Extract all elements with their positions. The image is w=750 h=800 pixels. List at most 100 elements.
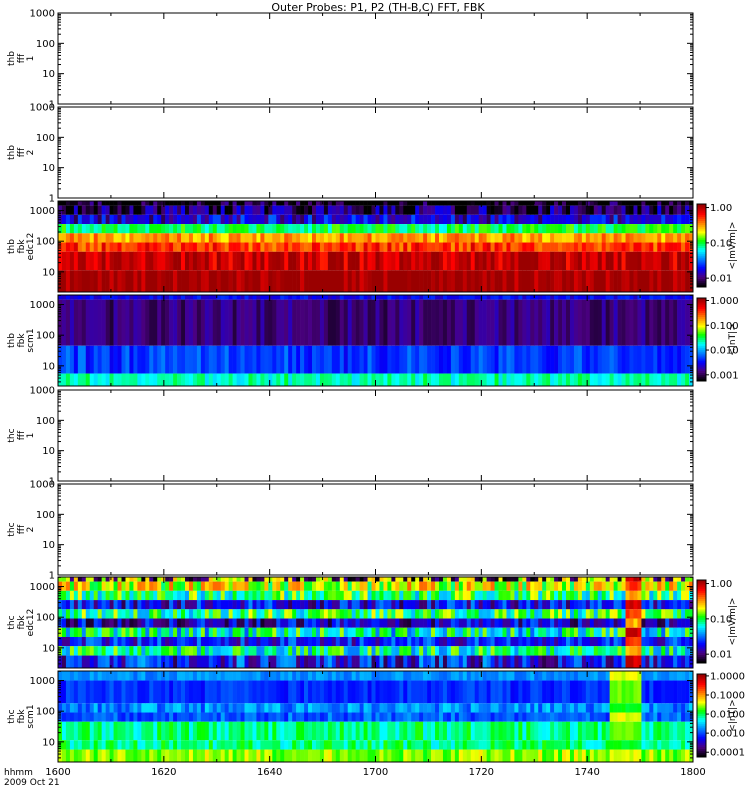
heatmap-cell: [224, 201, 229, 206]
heatmap-cell: [105, 655, 110, 668]
heatmap-cell: [442, 270, 448, 292]
heatmap-cell: [375, 740, 380, 750]
heatmap-cell: [276, 671, 281, 681]
heatmap-cell: [188, 201, 194, 206]
heatmap-cell: [419, 721, 424, 741]
heatmap-cell: [113, 655, 118, 668]
heatmap-cell: [629, 214, 634, 225]
heatmap-cell: [589, 224, 595, 234]
heatmap-cell: [312, 671, 317, 681]
heatmap-cell: [335, 205, 341, 215]
heatmap-cell: [613, 655, 618, 668]
heatmap-cell: [69, 609, 75, 619]
heatmap-cell: [105, 627, 110, 637]
heatmap-cell: [613, 345, 618, 374]
heatmap-cell: [518, 214, 523, 225]
heatmap-cell: [482, 251, 487, 271]
heatmap-cell: [395, 242, 400, 252]
heatmap-cell: [109, 577, 114, 582]
heatmap-cell: [212, 270, 218, 292]
heatmap-cell: [165, 600, 170, 610]
heatmap-cell: [427, 299, 432, 346]
heatmap-cell: [260, 214, 265, 225]
heatmap-cell: [244, 345, 249, 374]
heatmap-cell: [312, 636, 317, 647]
heatmap-cell: [399, 721, 404, 741]
heatmap-cell: [117, 581, 122, 591]
heatmap-cell: [216, 712, 222, 722]
heatmap-cell: [276, 577, 281, 582]
heatmap-cell: [423, 609, 428, 619]
heatmap-cell: [526, 345, 531, 374]
heatmap-cell: [89, 636, 95, 647]
heatmap-cell: [161, 703, 166, 713]
heatmap-cell: [470, 590, 476, 601]
heatmap-cell: [542, 201, 547, 206]
heatmap-cell: [244, 703, 249, 713]
heatmap-cell: [669, 655, 674, 668]
heatmap-cell: [550, 577, 555, 582]
heatmap-cell: [133, 373, 138, 386]
heatmap-cell: [605, 233, 610, 243]
heatmap-cell: [331, 712, 337, 722]
heatmap-cell: [462, 636, 468, 647]
heatmap-cell: [423, 646, 428, 656]
heatmap-cell: [204, 655, 210, 668]
heatmap-cell: [216, 270, 222, 292]
heatmap-cell: [89, 671, 95, 681]
heatmap-cell: [343, 233, 349, 243]
heatmap-cell: [355, 242, 360, 252]
heatmap-cell: [141, 671, 146, 681]
heatmap-cell: [165, 214, 170, 225]
heatmap-cell: [431, 618, 436, 628]
heatmap-cell: [458, 295, 464, 300]
heatmap-cell: [248, 703, 253, 713]
heatmap-cell: [359, 577, 364, 582]
heatmap-cell: [566, 242, 571, 252]
heatmap-cell: [101, 609, 106, 619]
heatmap-cell: [566, 205, 571, 215]
heatmap-cell: [61, 618, 67, 628]
heatmap-cell: [411, 721, 416, 741]
heatmap-cell: [454, 270, 460, 292]
heatmap-cell: [208, 703, 214, 713]
heatmap-cell: [538, 345, 543, 374]
heatmap-cell: [272, 577, 277, 582]
heatmap-cell: [458, 373, 464, 386]
heatmap-cell: [232, 655, 237, 668]
heatmap-cell: [292, 655, 297, 668]
heatmap-cell: [514, 295, 519, 300]
heatmap-cell: [125, 577, 130, 582]
heatmap-cell: [502, 627, 507, 637]
heatmap-cell: [276, 749, 281, 762]
heatmap-cell: [482, 373, 487, 386]
heatmap-cell: [423, 671, 428, 681]
heatmap-cell: [490, 345, 495, 374]
heatmap-cell: [169, 345, 174, 374]
heatmap-cell: [331, 577, 337, 582]
heatmap-cell: [494, 270, 499, 292]
heatmap-cell: [327, 609, 333, 619]
heatmap-cell: [462, 224, 468, 234]
heatmap-cell: [315, 646, 321, 656]
heatmap-cell: [613, 590, 618, 601]
heatmap-cell: [439, 345, 444, 374]
heatmap-cell: [391, 201, 396, 206]
heatmap-cell: [300, 609, 305, 619]
heatmap-cell: [601, 270, 606, 292]
heatmap-cell: [192, 680, 198, 704]
heatmap-cell: [542, 233, 547, 243]
heatmap-cell: [534, 299, 539, 346]
heatmap-cell: [288, 242, 293, 252]
heatmap-cell: [415, 749, 420, 762]
heatmap-cell: [589, 345, 595, 374]
heatmap-cell: [347, 299, 352, 346]
heatmap-cell: [256, 251, 261, 271]
heatmap-cell: [288, 590, 293, 601]
heatmap-cell: [554, 251, 559, 271]
heatmap-cell: [585, 627, 591, 637]
heatmap-cell: [300, 749, 305, 762]
heatmap-cell: [192, 712, 198, 722]
heatmap-cell: [494, 646, 499, 656]
heatmap-cell: [558, 233, 563, 243]
